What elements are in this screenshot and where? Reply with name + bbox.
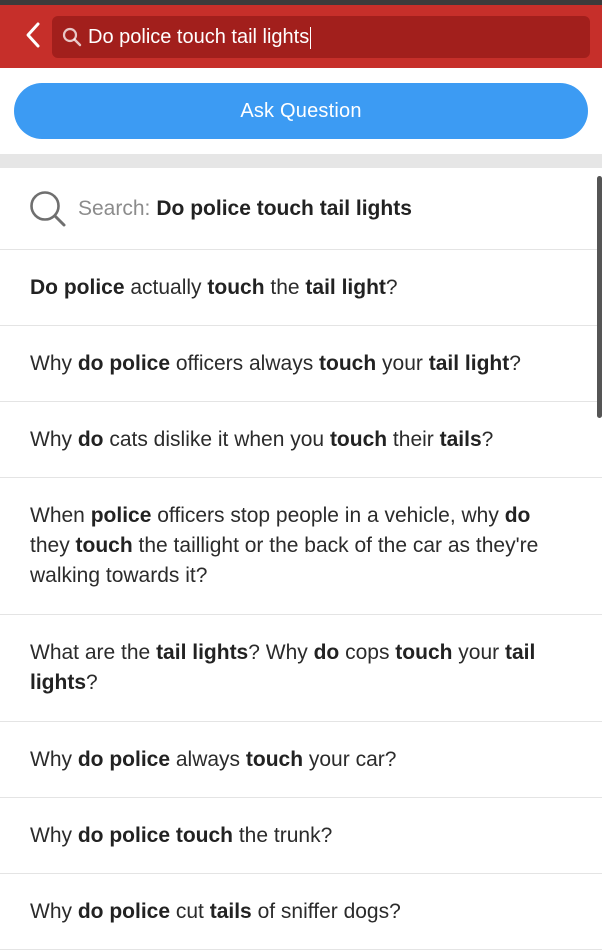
question-text-part: your bbox=[452, 641, 505, 664]
keyword-highlight: police bbox=[90, 504, 152, 527]
list-item[interactable]: Do police actually touch the tail light? bbox=[0, 250, 602, 326]
section-divider bbox=[0, 154, 602, 168]
keyword-highlight: do bbox=[313, 641, 340, 664]
question-text-part: Why bbox=[30, 351, 78, 375]
search-input[interactable]: Do police touch tail lights bbox=[88, 16, 578, 58]
question-text-part: officers always bbox=[170, 351, 320, 375]
question-text-part: officers stop people in a vehicle, why bbox=[151, 504, 505, 527]
question-text-part: cut bbox=[170, 899, 210, 923]
keyword-highlight: do police touch bbox=[77, 823, 234, 847]
keyword-highlight: touch bbox=[329, 427, 388, 451]
keyword-highlight: do bbox=[504, 504, 531, 527]
back-button[interactable] bbox=[18, 17, 48, 53]
question-text-part: the bbox=[264, 275, 306, 299]
question-text-part: their bbox=[387, 427, 440, 451]
question-text: Why do police touch the trunk? bbox=[30, 821, 332, 851]
question-text-part: Why bbox=[30, 427, 78, 451]
question-text: When police officers stop people in a ve… bbox=[30, 504, 538, 587]
keyword-highlight: touch bbox=[75, 534, 133, 557]
search-icon bbox=[30, 190, 66, 226]
question-text-part: always bbox=[170, 747, 246, 771]
question-text-part: the trunk? bbox=[233, 823, 333, 847]
question-text: Why do police cut tails of sniffer dogs? bbox=[30, 897, 401, 927]
suggestion-list: Search: Do police touch tail lights Do p… bbox=[0, 168, 602, 950]
question-text-part: ? Why bbox=[248, 641, 314, 664]
question-text-part: actually bbox=[124, 275, 208, 299]
keyword-highlight: do police bbox=[77, 899, 171, 923]
list-item[interactable]: Why do police officers always touch your… bbox=[0, 326, 602, 402]
question-text-part: of sniffer dogs? bbox=[251, 899, 401, 923]
question-text: Do police actually touch the tail light? bbox=[30, 273, 398, 303]
question-text: Why do police always touch your car? bbox=[30, 745, 396, 775]
keyword-highlight: touch bbox=[395, 641, 453, 664]
keyword-highlight: touch bbox=[245, 747, 304, 771]
keyword-highlight: tail light bbox=[428, 351, 510, 375]
search-query-text: Do police touch tail lights bbox=[156, 196, 412, 220]
search-input-text: Do police touch tail lights bbox=[88, 26, 310, 48]
app-screen: Do police touch tail lights Ask Question… bbox=[0, 0, 602, 951]
list-item[interactable]: What are the tail lights? Why do cops to… bbox=[0, 615, 602, 722]
keyword-highlight: Do police bbox=[30, 275, 125, 299]
keyword-highlight: do police bbox=[77, 351, 171, 375]
question-text: What are the tail lights? Why do cops to… bbox=[30, 641, 535, 694]
question-text-part: ? bbox=[86, 671, 98, 694]
question-text: Why do police officers always touch your… bbox=[30, 349, 521, 379]
keyword-highlight: tails bbox=[439, 427, 482, 451]
question-text-part: they bbox=[30, 534, 76, 557]
question-text-part: your bbox=[376, 351, 429, 375]
search-icon bbox=[62, 27, 82, 47]
question-text-part: Why bbox=[30, 747, 78, 771]
text-caret bbox=[310, 26, 312, 49]
search-suggestion-row[interactable]: Search: Do police touch tail lights bbox=[0, 168, 602, 250]
keyword-highlight: do police bbox=[77, 747, 171, 771]
search-prefix-label: Search: bbox=[78, 196, 151, 220]
question-text-part: Why bbox=[30, 823, 78, 847]
question-text-part: your car? bbox=[303, 747, 397, 771]
ask-section: Ask Question bbox=[0, 68, 602, 154]
keyword-highlight: tails bbox=[209, 899, 252, 923]
question-text-part: What are the bbox=[30, 641, 157, 664]
ask-question-button[interactable]: Ask Question bbox=[14, 83, 588, 139]
keyword-highlight: touch bbox=[207, 275, 265, 299]
list-item[interactable]: Why do police cut tails of sniffer dogs? bbox=[0, 874, 602, 950]
scrollbar-thumb[interactable] bbox=[597, 176, 602, 418]
question-text-part: Why bbox=[30, 899, 78, 923]
keyword-highlight: tail light bbox=[305, 275, 386, 299]
list-item[interactable]: Why do cats dislike it when you touch th… bbox=[0, 402, 602, 478]
keyword-highlight: touch bbox=[319, 351, 377, 375]
keyword-highlight: do bbox=[77, 427, 104, 451]
question-text-part: ? bbox=[385, 275, 398, 299]
chevron-left-icon bbox=[26, 22, 40, 48]
question-text-part: cops bbox=[339, 641, 396, 664]
question-text-part: cats dislike it when you bbox=[103, 427, 330, 451]
question-text: Why do cats dislike it when you touch th… bbox=[30, 425, 493, 455]
top-bar: Do police touch tail lights bbox=[0, 0, 602, 68]
question-text-part: ? bbox=[481, 427, 494, 451]
list-item[interactable]: Why do police always touch your car? bbox=[0, 722, 602, 798]
list-item[interactable]: Why do police touch the trunk? bbox=[0, 798, 602, 874]
question-text-part: ? bbox=[509, 351, 521, 375]
keyword-highlight: tail lights bbox=[156, 641, 249, 664]
search-field[interactable]: Do police touch tail lights bbox=[52, 16, 590, 58]
list-item[interactable]: When police officers stop people in a ve… bbox=[0, 478, 602, 615]
question-text-part: When bbox=[30, 504, 91, 527]
